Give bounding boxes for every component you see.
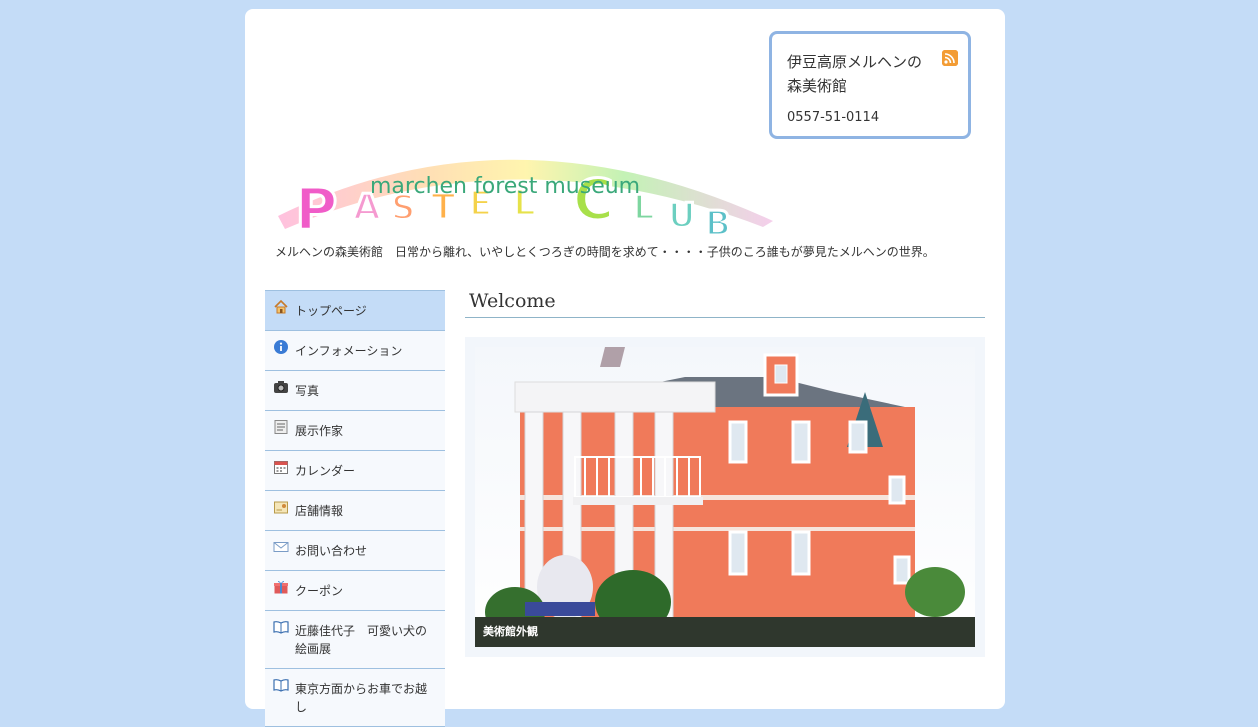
info-icon [273,339,289,355]
nav-label: 近藤佳代子 可愛い犬の絵画展 [295,624,428,656]
nav-item-top[interactable]: トップページ [265,290,445,331]
nav-item-shop[interactable]: 店舗情報 [265,491,445,531]
nav-label: カレンダー [295,464,356,478]
document-icon [273,419,289,435]
page-title: Welcome [469,290,556,312]
nav-label: トップページ [295,304,367,318]
phone-number[interactable]: 0557-51-0114 [787,110,879,125]
logo-subtitle: marchen forest museum [370,174,641,199]
svg-text:B: B [705,204,731,236]
gift-icon [273,579,289,595]
nav-label: インフォメーション [295,344,403,358]
nav-item-calendar[interactable]: カレンダー [265,451,445,491]
svg-text:U: U [668,196,696,236]
nav-item-photos[interactable]: 写真 [265,371,445,411]
nav-label: 写真 [295,384,320,398]
nav-label: 展示作家 [295,424,344,438]
mail-icon [273,539,289,555]
photo-caption: 美術館外観 [475,617,975,647]
nav-item-information[interactable]: インフォメーション [265,331,445,371]
nav-item-artists[interactable]: 展示作家 [265,411,445,451]
nav-label: 店舗情報 [295,504,344,518]
site-tagline: メルヘンの森美術館 日常から離れ、いやしとくつろぎの時間を求めて・・・・子供のこ… [275,245,935,259]
nav-label: 東京方面からお車でお越し [295,682,428,714]
nav-item-coupon[interactable]: クーポン [265,571,445,611]
rss-icon[interactable] [942,50,958,66]
nav-item-access-tokyo[interactable]: 東京方面からお車でお越し [265,669,445,727]
photo-slideshow: 美術館外観 [465,337,985,657]
calendar-icon [273,459,289,475]
home-icon [273,299,289,315]
book-icon [273,677,289,693]
museum-photo[interactable]: 美術館外観 [475,347,975,647]
welcome-heading-bar: Welcome [465,288,985,318]
nav-label: クーポン [295,584,344,598]
nav-label: お問い合わせ [295,544,368,558]
shop-icon [273,499,289,515]
svg-text:P: P [295,175,338,236]
camera-icon [273,379,289,395]
contact-box: 伊豆高原メルヘンの森美術館 0557-51-0114 [769,31,971,139]
nav-item-exhibition[interactable]: 近藤佳代子 可愛い犬の絵画展 [265,611,445,669]
book-icon [273,619,289,635]
museum-name: 伊豆高原メルヘンの森美術館 [787,53,923,95]
nav-item-contact[interactable]: お問い合わせ [265,531,445,571]
sidebar-nav: トップページ インフォメーション 写真 展示作家 カレンダー 店舗情報 お問い合… [265,290,445,727]
page-container: 伊豆高原メルヘンの森美術館 0557-51-0114 P A S T E L C… [245,9,1005,727]
